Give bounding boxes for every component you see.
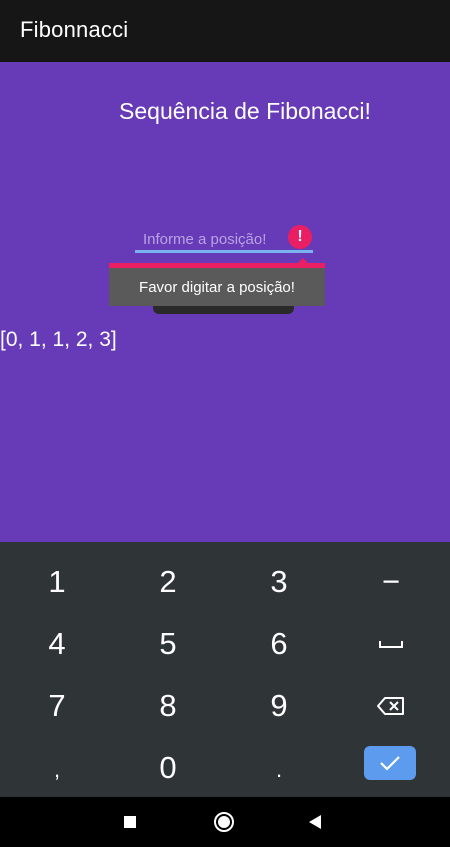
error-toast: Favor digitar a posição! xyxy=(109,268,325,306)
space-icon xyxy=(379,641,403,648)
position-field[interactable]: ! xyxy=(135,222,313,254)
fibonacci-result: [0, 1, 1, 2, 3] xyxy=(0,328,117,351)
position-input[interactable] xyxy=(135,222,313,252)
key-8[interactable]: 8 xyxy=(113,675,223,737)
back-button[interactable] xyxy=(303,810,327,834)
app-title: Fibonnacci xyxy=(20,17,129,42)
recents-button[interactable] xyxy=(118,810,142,834)
key-2[interactable]: 2 xyxy=(113,551,223,613)
key-5[interactable]: 5 xyxy=(113,613,223,675)
triangle-back-icon xyxy=(309,815,321,829)
key-comma[interactable]: , xyxy=(2,739,112,801)
key-space[interactable] xyxy=(336,613,446,675)
navigation-bar xyxy=(0,797,450,847)
key-period[interactable]: . xyxy=(224,739,334,801)
error-icon[interactable]: ! xyxy=(288,225,312,249)
key-1[interactable]: 1 xyxy=(2,551,112,613)
key-minus[interactable]: − xyxy=(336,551,446,613)
home-button[interactable] xyxy=(212,810,236,834)
app-bar: Fibonnacci xyxy=(0,0,450,62)
key-9[interactable]: 9 xyxy=(224,675,334,737)
key-4[interactable]: 4 xyxy=(2,613,112,675)
main-content: Sequência de Fibonacci! ! Favor digitar … xyxy=(0,62,450,542)
page-heading: Sequência de Fibonacci! xyxy=(119,98,371,124)
numeric-keyboard: 1 2 3 − 4 5 6 7 8 9 , 0 . xyxy=(0,542,450,797)
key-6[interactable]: 6 xyxy=(224,613,334,675)
error-message: Favor digitar a posição! xyxy=(139,278,295,296)
input-underline xyxy=(135,250,313,253)
backspace-icon xyxy=(377,697,404,715)
key-backspace[interactable] xyxy=(336,675,446,737)
key-0[interactable]: 0 xyxy=(113,737,223,799)
checkmark-icon xyxy=(380,756,400,771)
done-key[interactable] xyxy=(364,746,416,780)
key-3[interactable]: 3 xyxy=(224,551,334,613)
square-icon xyxy=(124,816,136,828)
key-7[interactable]: 7 xyxy=(2,675,112,737)
circle-icon xyxy=(214,812,234,832)
